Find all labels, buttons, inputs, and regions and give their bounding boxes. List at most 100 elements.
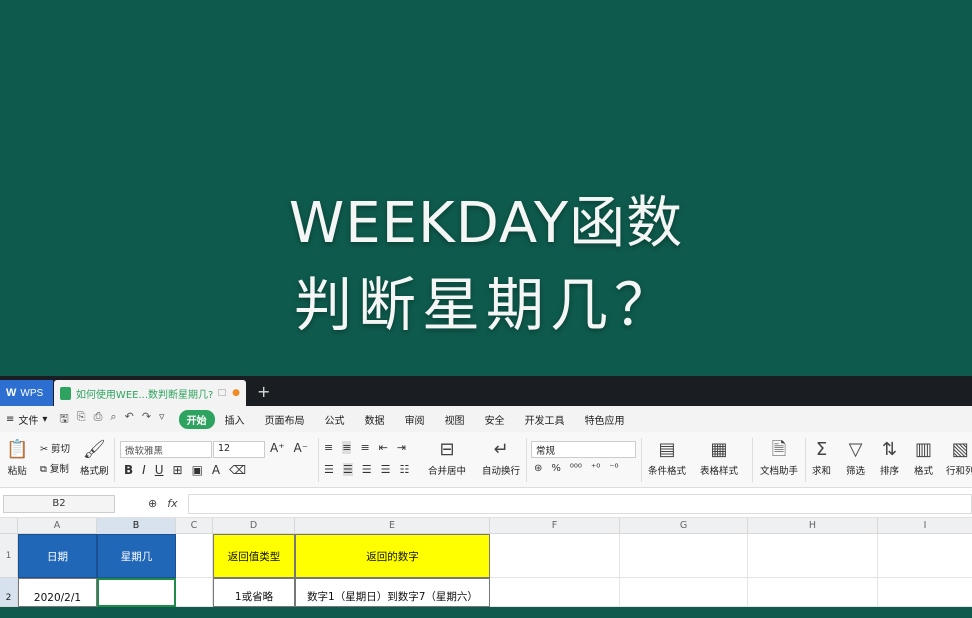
column-header-h[interactable]: H bbox=[748, 518, 878, 534]
align-bottom-icon[interactable]: ≡ bbox=[360, 441, 369, 454]
cell-b2[interactable] bbox=[97, 578, 176, 607]
cell-g2[interactable] bbox=[620, 578, 748, 607]
tab-special-apps[interactable]: 特色应用 bbox=[575, 412, 635, 427]
row-header-1[interactable]: 1 bbox=[0, 534, 18, 578]
new-tab-button[interactable]: + bbox=[257, 382, 270, 401]
cell-c1[interactable] bbox=[176, 534, 213, 578]
align-left-icon[interactable]: ☰ bbox=[324, 463, 334, 476]
align-right-icon[interactable]: ☰ bbox=[362, 463, 372, 476]
redo-icon[interactable]: ↷ bbox=[142, 410, 151, 429]
wrap-text-button[interactable]: ↵ 自动换行 bbox=[482, 440, 520, 478]
zoom-search-icon[interactable]: ⊕ bbox=[148, 497, 157, 510]
align-top-icon[interactable]: ≡ bbox=[324, 441, 333, 454]
justify-icon[interactable]: ☰ bbox=[381, 463, 391, 476]
percent-icon[interactable]: % bbox=[551, 463, 561, 474]
row-header-2[interactable]: 2 bbox=[0, 578, 18, 607]
cell-e1[interactable]: 返回的数字 bbox=[295, 534, 490, 578]
column-header-b[interactable]: B bbox=[97, 518, 176, 534]
cell-a2[interactable]: 2020/2/1 bbox=[18, 578, 97, 607]
increase-font-icon[interactable]: A⁺ bbox=[270, 441, 285, 455]
print-icon[interactable]: ⎙ bbox=[94, 410, 103, 429]
tab-formulas[interactable]: 公式 bbox=[315, 412, 355, 427]
paste-button[interactable]: 📋 粘贴 bbox=[6, 440, 28, 478]
font-name-select[interactable]: 微软雅黑 bbox=[120, 441, 212, 458]
column-header-c[interactable]: C bbox=[176, 518, 213, 534]
column-header-i[interactable]: I bbox=[878, 518, 972, 534]
cell-g1[interactable] bbox=[620, 534, 748, 578]
cell-f2[interactable] bbox=[490, 578, 620, 607]
tab-data[interactable]: 数据 bbox=[355, 412, 395, 427]
customize-chevron-icon[interactable]: ▿ bbox=[159, 410, 165, 429]
cell-i1[interactable] bbox=[878, 534, 972, 578]
bold-icon[interactable]: B bbox=[124, 463, 133, 477]
row-col-button[interactable]: ▧ 行和列 bbox=[946, 440, 972, 478]
title-banner: WEEKDAY函数 判断星期几？ bbox=[0, 0, 972, 376]
tab-view[interactable]: 视图 bbox=[435, 412, 475, 427]
cell-h2[interactable] bbox=[748, 578, 878, 607]
sum-button[interactable]: Σ 求和 bbox=[812, 440, 831, 478]
tab-insert[interactable]: 插入 bbox=[215, 412, 255, 427]
italic-icon[interactable]: I bbox=[142, 463, 146, 477]
print-preview-icon[interactable]: ⌕ bbox=[110, 410, 116, 429]
distributed-icon[interactable]: ☷ bbox=[400, 463, 410, 476]
decrease-decimal-icon[interactable]: ⁻⁰ bbox=[609, 463, 618, 474]
format-button[interactable]: ▥ 格式 bbox=[914, 440, 933, 478]
increase-decimal-icon[interactable]: ⁺⁰ bbox=[591, 463, 600, 474]
cut-button[interactable]: ✂ 剪切 bbox=[40, 441, 70, 455]
merge-center-button[interactable]: ⊟ 合并居中 bbox=[428, 440, 466, 478]
copy-button[interactable]: ⧉ 复制 bbox=[40, 461, 69, 475]
fx-icon[interactable]: fx bbox=[167, 497, 177, 510]
doc-assistant-button[interactable]: 🗎 文档助手 bbox=[760, 440, 798, 478]
border-icon[interactable]: ⊞ bbox=[173, 463, 183, 477]
fill-color-icon[interactable]: ▣ bbox=[192, 463, 203, 477]
align-middle-icon[interactable]: ≡ bbox=[342, 441, 352, 454]
indent-decrease-icon[interactable]: ⇤ bbox=[379, 441, 388, 454]
cell-e2[interactable]: 数字1（星期日）到数字7（星期六） bbox=[295, 578, 490, 607]
eraser-icon[interactable]: ⌫ bbox=[229, 463, 246, 477]
underline-icon[interactable]: U bbox=[155, 463, 164, 477]
font-size-select[interactable]: 12 bbox=[213, 441, 265, 458]
thousands-icon[interactable]: ⁰⁰⁰ bbox=[570, 463, 582, 474]
select-all-corner[interactable] bbox=[0, 518, 18, 534]
indent-increase-icon[interactable]: ⇥ bbox=[397, 441, 406, 454]
name-box[interactable]: B2 bbox=[3, 495, 115, 513]
number-format-select[interactable]: 常规 bbox=[531, 441, 636, 458]
cell-h1[interactable] bbox=[748, 534, 878, 578]
tab-home[interactable]: 开始 bbox=[178, 409, 215, 429]
cell-d2[interactable]: 1或省略 bbox=[213, 578, 295, 607]
cell-f1[interactable] bbox=[490, 534, 620, 578]
column-header-f[interactable]: F bbox=[490, 518, 620, 534]
cell-a1[interactable]: 日期 bbox=[18, 534, 97, 578]
cell-d1[interactable]: 返回值类型 bbox=[213, 534, 295, 578]
column-header-a[interactable]: A bbox=[18, 518, 97, 534]
column-header-g[interactable]: G bbox=[620, 518, 748, 534]
comment-icon[interactable]: □ bbox=[218, 388, 227, 398]
save-icon[interactable]: 🖫 bbox=[59, 410, 68, 429]
column-header-d[interactable]: D bbox=[213, 518, 295, 534]
wps-home-tab[interactable]: W WPS bbox=[0, 380, 53, 406]
tab-developer[interactable]: 开发工具 bbox=[515, 412, 575, 427]
font-color-icon[interactable]: A bbox=[212, 463, 220, 477]
file-menu[interactable]: ≡ 文件 ▾ bbox=[6, 412, 47, 427]
cell-i2[interactable] bbox=[878, 578, 972, 607]
column-header-e[interactable]: E bbox=[295, 518, 490, 534]
conditional-format-button[interactable]: ▤ 条件格式 bbox=[648, 440, 686, 478]
formula-input[interactable] bbox=[188, 494, 972, 514]
decrease-font-icon[interactable]: A⁻ bbox=[294, 441, 309, 455]
align-center-icon[interactable]: ☰ bbox=[342, 463, 353, 476]
undo-icon[interactable]: ↶ bbox=[125, 410, 134, 429]
currency-icon[interactable]: ⊛ bbox=[534, 463, 542, 474]
tab-security[interactable]: 安全 bbox=[475, 412, 515, 427]
spreadsheet-icon bbox=[60, 386, 71, 400]
cell-c2[interactable] bbox=[176, 578, 213, 607]
tab-page-layout[interactable]: 页面布局 bbox=[255, 412, 315, 427]
table-style-button[interactable]: ▦ 表格样式 bbox=[700, 440, 738, 478]
export-icon[interactable]: ⎘ bbox=[77, 410, 86, 429]
cell-b1[interactable]: 星期几 bbox=[97, 534, 176, 578]
sheet-grid[interactable]: 日期 星期几 返回值类型 返回的数字 2020/2/1 1或省略 数字1（星期日… bbox=[18, 534, 972, 607]
filter-button[interactable]: ▽ 筛选 bbox=[846, 440, 865, 478]
document-tab[interactable]: 如何使用WEE...数判断星期几? □ ● bbox=[54, 380, 246, 406]
format-painter-button[interactable]: 🖌 格式刷 bbox=[80, 440, 109, 478]
sort-button[interactable]: ⇅ 排序 bbox=[880, 440, 899, 478]
tab-review[interactable]: 审阅 bbox=[395, 412, 435, 427]
